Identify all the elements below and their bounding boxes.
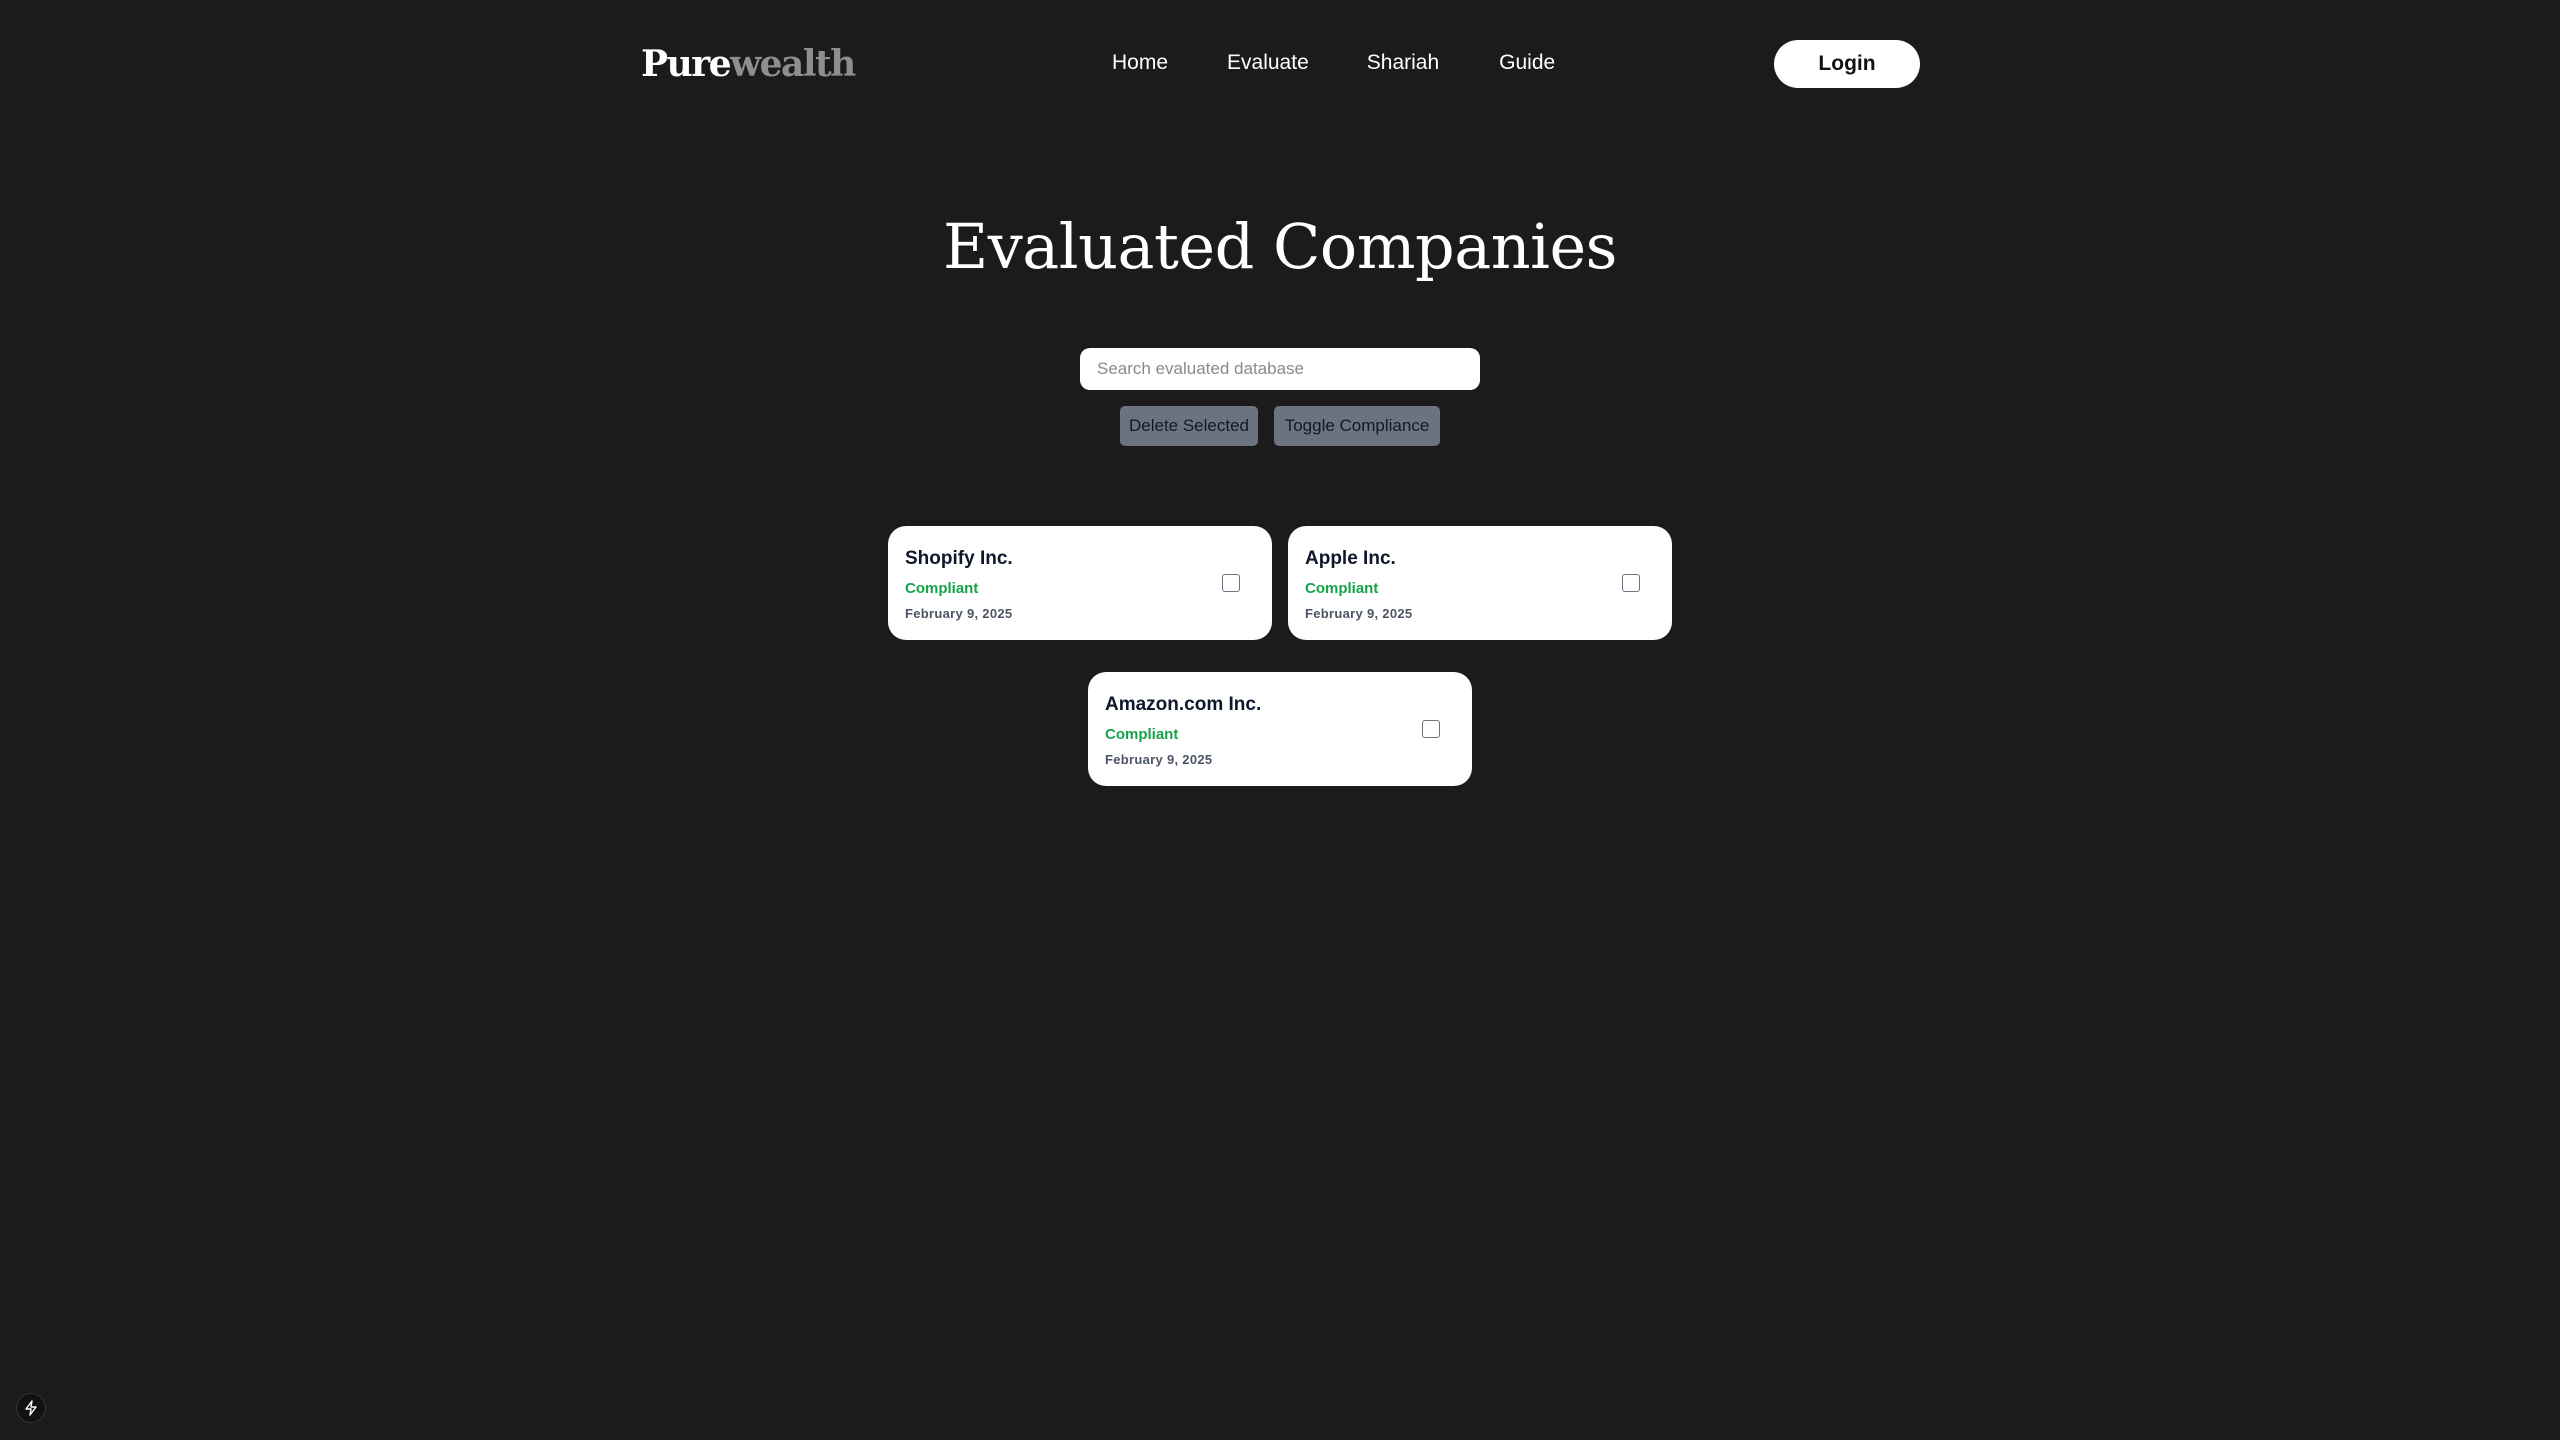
lightning-bolt-icon [25, 1400, 37, 1416]
company-name: Amazon.com Inc. [1105, 694, 1262, 715]
evaluation-date: February 9, 2025 [1105, 752, 1213, 767]
delete-selected-button[interactable]: Delete Selected [1120, 406, 1258, 446]
nav-link-guide[interactable]: Guide [1499, 48, 1555, 78]
company-name: Shopify Inc. [905, 548, 1013, 569]
company-card[interactable]: Shopify Inc. Compliant February 9, 2025 [888, 526, 1272, 640]
nav-link-shariah[interactable]: Shariah [1367, 48, 1439, 78]
logo-part-wealth: wealth [730, 43, 856, 85]
select-checkbox[interactable] [1422, 720, 1440, 738]
compliance-status: Compliant [1105, 726, 1179, 743]
compliance-status: Compliant [905, 580, 979, 597]
nav-link-home[interactable]: Home [1112, 48, 1168, 78]
login-button[interactable]: Login [1774, 40, 1920, 88]
select-checkbox[interactable] [1622, 574, 1640, 592]
purewealth-logo[interactable]: Purewealth [641, 40, 856, 88]
bulk-actions: Delete Selected Toggle Compliance [1120, 406, 1440, 446]
company-card[interactable]: Amazon.com Inc. Compliant February 9, 20… [1088, 672, 1472, 786]
nav-link-evaluate[interactable]: Evaluate [1227, 48, 1309, 78]
main-nav: Home Evaluate Shariah Guide [1112, 48, 1555, 78]
search-input[interactable] [1080, 348, 1480, 390]
page-title: Evaluated Companies [943, 210, 1617, 283]
compliance-status: Compliant [1305, 580, 1379, 597]
logo-part-pure: Pure [641, 43, 732, 85]
evaluation-date: February 9, 2025 [1305, 606, 1413, 621]
toggle-compliance-button[interactable]: Toggle Compliance [1274, 406, 1440, 446]
page: Purewealth Home Evaluate Shariah Guide L… [0, 0, 2560, 1440]
select-checkbox[interactable] [1222, 574, 1240, 592]
top-navbar: Purewealth Home Evaluate Shariah Guide L… [0, 0, 2560, 128]
evaluation-date: February 9, 2025 [905, 606, 1013, 621]
company-card[interactable]: Apple Inc. Compliant February 9, 2025 [1288, 526, 1672, 640]
dev-indicator-button[interactable] [16, 1393, 46, 1423]
company-name: Apple Inc. [1305, 548, 1396, 569]
